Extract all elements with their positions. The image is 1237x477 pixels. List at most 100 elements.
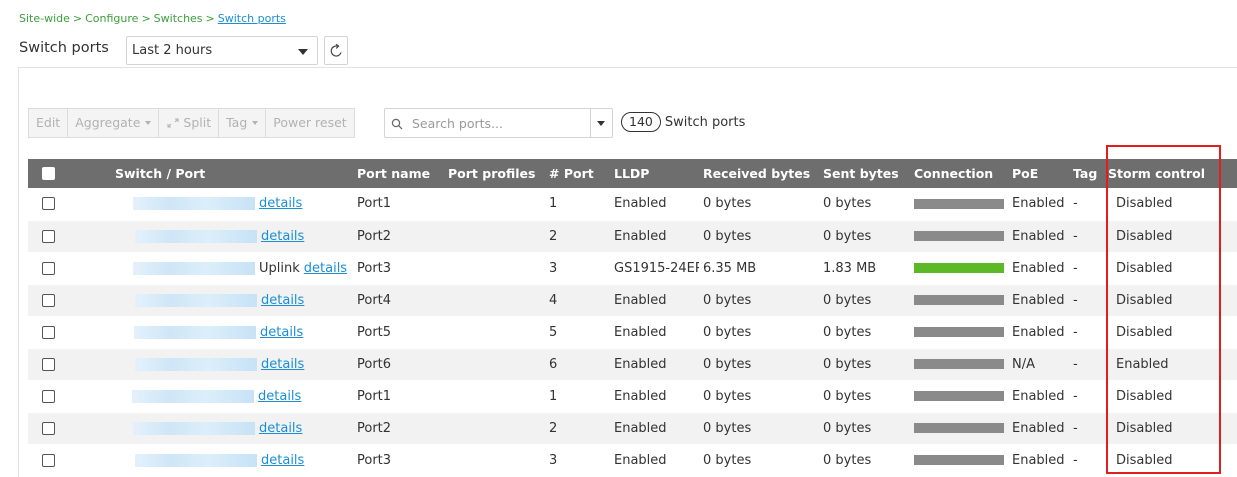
chevron-down-icon — [252, 121, 259, 125]
details-link[interactable]: details — [261, 453, 304, 468]
column-sent-bytes[interactable]: Sent bytes — [819, 159, 910, 188]
column-poe[interactable]: PoE — [1008, 159, 1069, 188]
row-checkbox[interactable] — [42, 389, 55, 403]
time-range-select[interactable]: Last 2 hours — [126, 36, 318, 65]
storm-control-cell: Disabled — [1104, 252, 1237, 285]
poe-cell: Enabled — [1008, 444, 1069, 477]
column-tag[interactable]: Tag — [1069, 159, 1104, 188]
power-reset-button[interactable]: Power reset — [265, 108, 355, 138]
column-num-port[interactable]: # Port — [545, 159, 610, 188]
select-all-header — [28, 159, 111, 188]
storm-control-cell: Disabled — [1104, 220, 1237, 253]
port-profiles-cell — [444, 316, 545, 349]
row-checkbox[interactable] — [42, 357, 55, 371]
search-input[interactable] — [412, 113, 582, 133]
row-select-cell — [28, 220, 111, 253]
tag-cell: - — [1069, 444, 1104, 477]
port-profiles-cell — [444, 284, 545, 317]
row-checkbox[interactable] — [42, 229, 55, 243]
split-button[interactable]: Split — [158, 108, 220, 138]
details-link[interactable]: details — [258, 389, 301, 404]
details-link[interactable]: details — [261, 293, 304, 308]
connection-bar — [914, 231, 1004, 241]
switch-port-cell: details — [111, 220, 353, 253]
table-row[interactable]: details Port6 6 Enabled 0 bytes 0 bytes N/A - En… — [28, 348, 1237, 381]
num-port-cell: 1 — [545, 380, 610, 413]
select-all-checkbox[interactable] — [42, 167, 55, 180]
sent-bytes-cell: 0 bytes — [819, 220, 910, 253]
num-port-cell: 2 — [545, 220, 610, 253]
details-link[interactable]: details — [259, 421, 302, 436]
row-checkbox[interactable] — [42, 293, 55, 307]
connection-bar — [914, 391, 1004, 401]
column-storm-control[interactable]: Storm control — [1104, 159, 1237, 188]
details-link[interactable]: details — [261, 229, 304, 244]
num-port-cell: 2 — [545, 412, 610, 445]
column-lldp[interactable]: LLDP — [610, 159, 699, 188]
aggregate-button[interactable]: Aggregate — [67, 108, 160, 138]
switch-port-cell: details — [111, 284, 353, 317]
sent-bytes-cell: 0 bytes — [819, 380, 910, 413]
port-profiles-cell — [444, 444, 545, 477]
breadcrumb-switches[interactable]: Switches — [154, 12, 203, 25]
tag-cell: - — [1069, 412, 1104, 445]
column-switch-port[interactable]: Switch / Port — [111, 159, 353, 188]
lldp-cell: Enabled — [610, 284, 699, 317]
breadcrumb-site-wide[interactable]: Site-wide — [19, 12, 70, 25]
lldp-cell: Enabled — [610, 412, 699, 445]
details-link[interactable]: details — [259, 196, 302, 211]
details-link[interactable]: details — [260, 325, 303, 340]
breadcrumb-configure[interactable]: Configure — [85, 12, 138, 25]
time-range-value: Last 2 hours — [132, 43, 213, 58]
poe-cell: Enabled — [1008, 220, 1069, 253]
column-received-bytes[interactable]: Received bytes — [699, 159, 819, 188]
sent-bytes-cell: 0 bytes — [819, 188, 910, 221]
table-row[interactable]: details Port1 1 Enabled 0 bytes 0 bytes Enable… — [28, 380, 1237, 413]
switch-port-cell: details — [111, 348, 353, 381]
storm-control-cell: Disabled — [1104, 188, 1237, 221]
row-checkbox[interactable] — [42, 261, 55, 275]
table-row[interactable]: details Port2 2 Enabled 0 bytes 0 bytes Enable… — [28, 412, 1237, 445]
port-profiles-cell — [444, 380, 545, 413]
lldp-cell: Enabled — [610, 380, 699, 413]
chevron-down-icon — [145, 121, 152, 125]
sent-bytes-cell: 0 bytes — [819, 412, 910, 445]
edit-button[interactable]: Edit — [28, 108, 69, 138]
connection-cell — [910, 220, 1008, 253]
port-profiles-cell — [444, 220, 545, 253]
search-dropdown-icon[interactable] — [597, 121, 605, 126]
refresh-button[interactable] — [324, 36, 348, 65]
column-connection[interactable]: Connection — [910, 159, 1008, 188]
connection-cell — [910, 444, 1008, 477]
received-bytes-cell: 0 bytes — [699, 380, 819, 413]
port-name-cell: Port2 — [353, 412, 444, 445]
lldp-cell: GS1915-24EP — [610, 252, 699, 285]
table-row[interactable]: details Port2 2 Enabled 0 bytes 0 bytes Enable… — [28, 220, 1237, 253]
connection-bar — [914, 198, 1004, 209]
num-port-cell: 4 — [545, 284, 610, 317]
tag-button[interactable]: Tag — [218, 108, 267, 138]
port-count: 140 Switch ports — [621, 112, 745, 132]
table-row[interactable]: details Port5 5 Enabled 0 bytes 0 bytes Enable… — [28, 316, 1237, 349]
details-link[interactable]: details — [304, 261, 347, 276]
received-bytes-cell: 0 bytes — [699, 348, 819, 381]
row-checkbox[interactable] — [42, 197, 55, 211]
switch-port-cell: details — [111, 412, 353, 445]
table-row[interactable]: details Port3 3 Enabled 0 bytes 0 bytes Enable… — [28, 444, 1237, 477]
chevron-down-icon — [298, 49, 308, 55]
column-port-name[interactable]: Port name — [353, 159, 444, 188]
row-checkbox[interactable] — [42, 453, 55, 467]
lldp-cell: Enabled — [610, 188, 699, 221]
table-row[interactable]: details Port1 1 Enabled 0 bytes 0 bytes Enable… — [28, 188, 1237, 221]
details-link[interactable]: details — [261, 357, 304, 372]
table-row[interactable]: details Port4 4 Enabled 0 bytes 0 bytes Enable… — [28, 284, 1237, 317]
page-title: Switch ports — [19, 40, 109, 56]
row-select-cell — [28, 284, 111, 317]
table-row[interactable]: Uplink details Port3 3 GS1915-24EP 6.35 MB 1.8… — [28, 252, 1237, 285]
row-checkbox[interactable] — [42, 421, 55, 435]
row-checkbox[interactable] — [42, 325, 55, 339]
tag-cell: - — [1069, 220, 1104, 253]
breadcrumb-switch-ports[interactable]: Switch ports — [218, 12, 286, 25]
switch-port-cell: Uplink details — [111, 252, 353, 285]
column-port-profiles[interactable]: Port profiles — [444, 159, 545, 188]
